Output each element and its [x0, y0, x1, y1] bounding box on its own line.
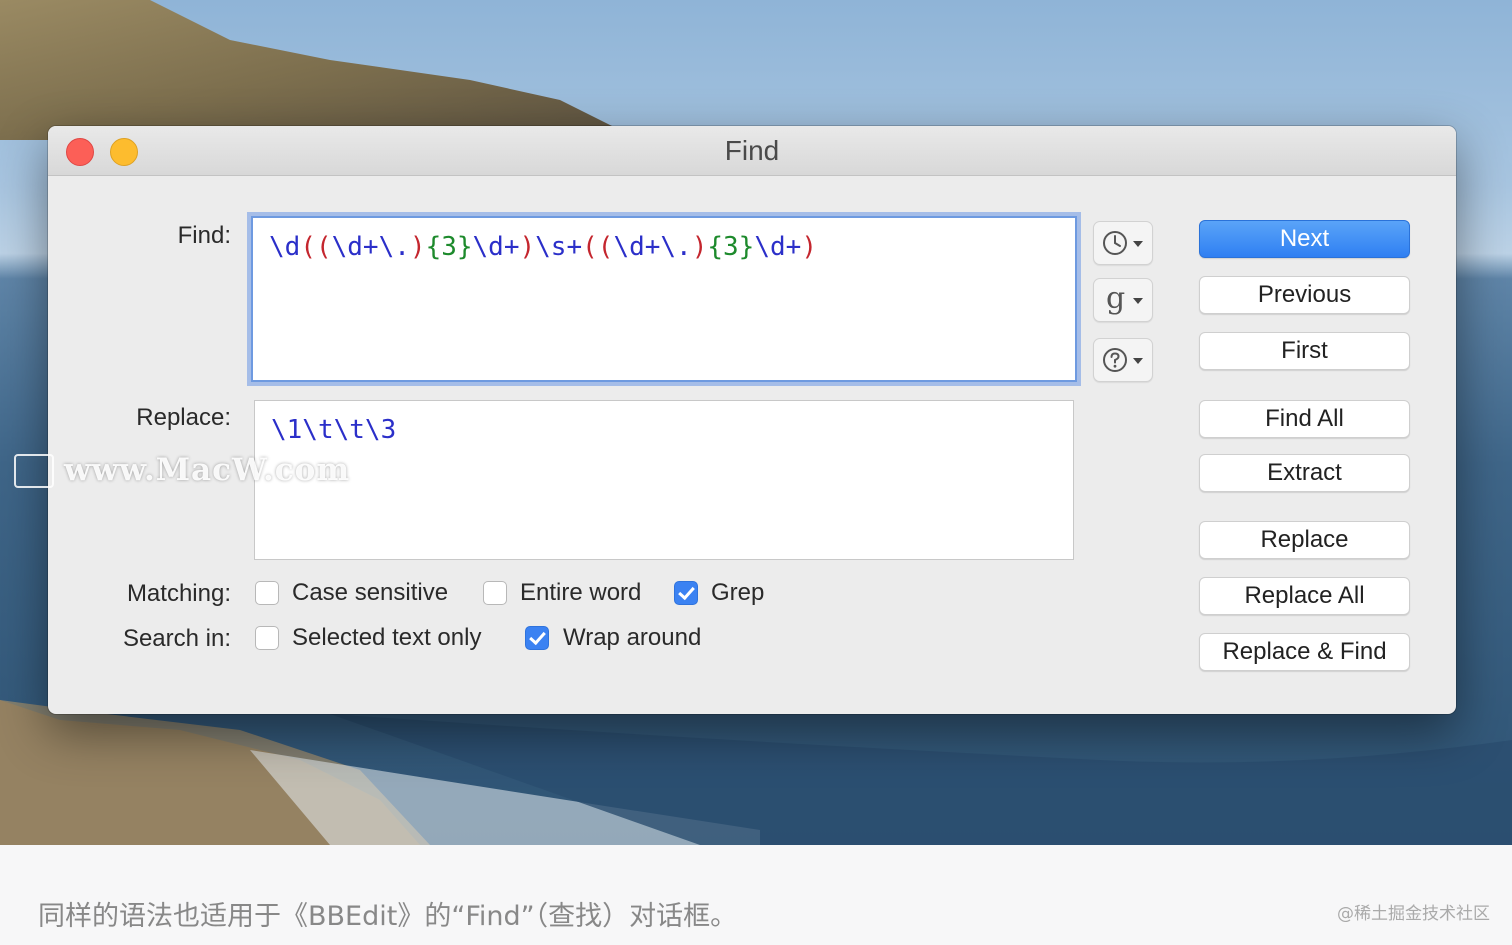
- chevron-down-icon: [1133, 241, 1143, 247]
- caption-text: 同样的语法也适用于《BBEdit》的“Find”（查找）对话框。: [38, 901, 738, 932]
- wrap-around-checkbox[interactable]: [525, 626, 549, 650]
- grep-label[interactable]: Grep: [711, 579, 764, 607]
- grep-pattern-popup[interactable]: g: [1093, 278, 1153, 322]
- regex-token: {3}: [425, 232, 473, 262]
- selected-text-only-checkbox[interactable]: [255, 626, 279, 650]
- find-label: Find:: [177, 222, 231, 249]
- chevron-down-icon: [1133, 358, 1143, 364]
- replace-button[interactable]: Replace: [1199, 521, 1410, 559]
- regex-token: ): [691, 232, 708, 262]
- help-icon: [1103, 348, 1127, 372]
- replace-and-find-button[interactable]: Replace & Find: [1199, 633, 1410, 671]
- watermark-text: www.MacW.com: [64, 452, 351, 488]
- help-popup[interactable]: [1093, 338, 1153, 382]
- regex-token: {3}: [707, 232, 755, 262]
- entire-word-label[interactable]: Entire word: [520, 579, 641, 607]
- wrap-around-label[interactable]: Wrap around: [563, 624, 701, 652]
- search-in-label: Search in:: [122, 625, 231, 652]
- grep-checkbox[interactable]: [674, 581, 698, 605]
- clock-icon: [1103, 231, 1127, 255]
- extract-button[interactable]: Extract: [1199, 454, 1410, 492]
- find-all-button[interactable]: Find All: [1199, 400, 1410, 438]
- watermark: www.MacW.com: [14, 452, 374, 492]
- find-field[interactable]: \d((\d+\.){3}\d+)\s+((\d+\.){3}\d+): [251, 216, 1077, 382]
- regex-token: \d+\.: [613, 232, 692, 262]
- regex-token: ): [801, 232, 817, 262]
- grep-icon: g: [1106, 281, 1126, 316]
- replace-label: Replace:: [136, 404, 231, 431]
- regex-token: ): [519, 232, 536, 262]
- find-window: Find Find: Replace: Matching: Search in:…: [48, 126, 1456, 714]
- title-bar[interactable]: Find: [48, 126, 1456, 176]
- regex-token: \d+: [754, 232, 802, 262]
- regex-token: \d+\.: [331, 232, 410, 262]
- selected-text-only-label[interactable]: Selected text only: [292, 624, 481, 652]
- first-button[interactable]: First: [1199, 332, 1410, 370]
- matching-label: Matching:: [126, 580, 231, 607]
- history-popup[interactable]: [1093, 221, 1153, 265]
- credit-text: @稀土掘金技术社区: [1337, 904, 1490, 924]
- regex-token: ): [409, 232, 426, 262]
- window-title: Find: [724, 135, 780, 166]
- regex-token: ((: [582, 232, 614, 262]
- next-button[interactable]: Next: [1199, 220, 1410, 258]
- replace-all-button[interactable]: Replace All: [1199, 577, 1410, 615]
- regex-token: \d+: [472, 232, 520, 262]
- replace-field[interactable]: \1\t\t\3: [254, 400, 1074, 560]
- case-sensitive-label[interactable]: Case sensitive: [292, 579, 448, 607]
- watermark-logo-icon: [14, 454, 54, 488]
- previous-button[interactable]: Previous: [1199, 276, 1410, 314]
- regex-token: \d: [269, 232, 301, 262]
- case-sensitive-checkbox[interactable]: [255, 581, 279, 605]
- regex-token: \s+: [535, 232, 583, 262]
- chevron-down-icon: [1133, 298, 1143, 304]
- entire-word-checkbox[interactable]: [483, 581, 507, 605]
- regex-token: ((: [300, 232, 332, 262]
